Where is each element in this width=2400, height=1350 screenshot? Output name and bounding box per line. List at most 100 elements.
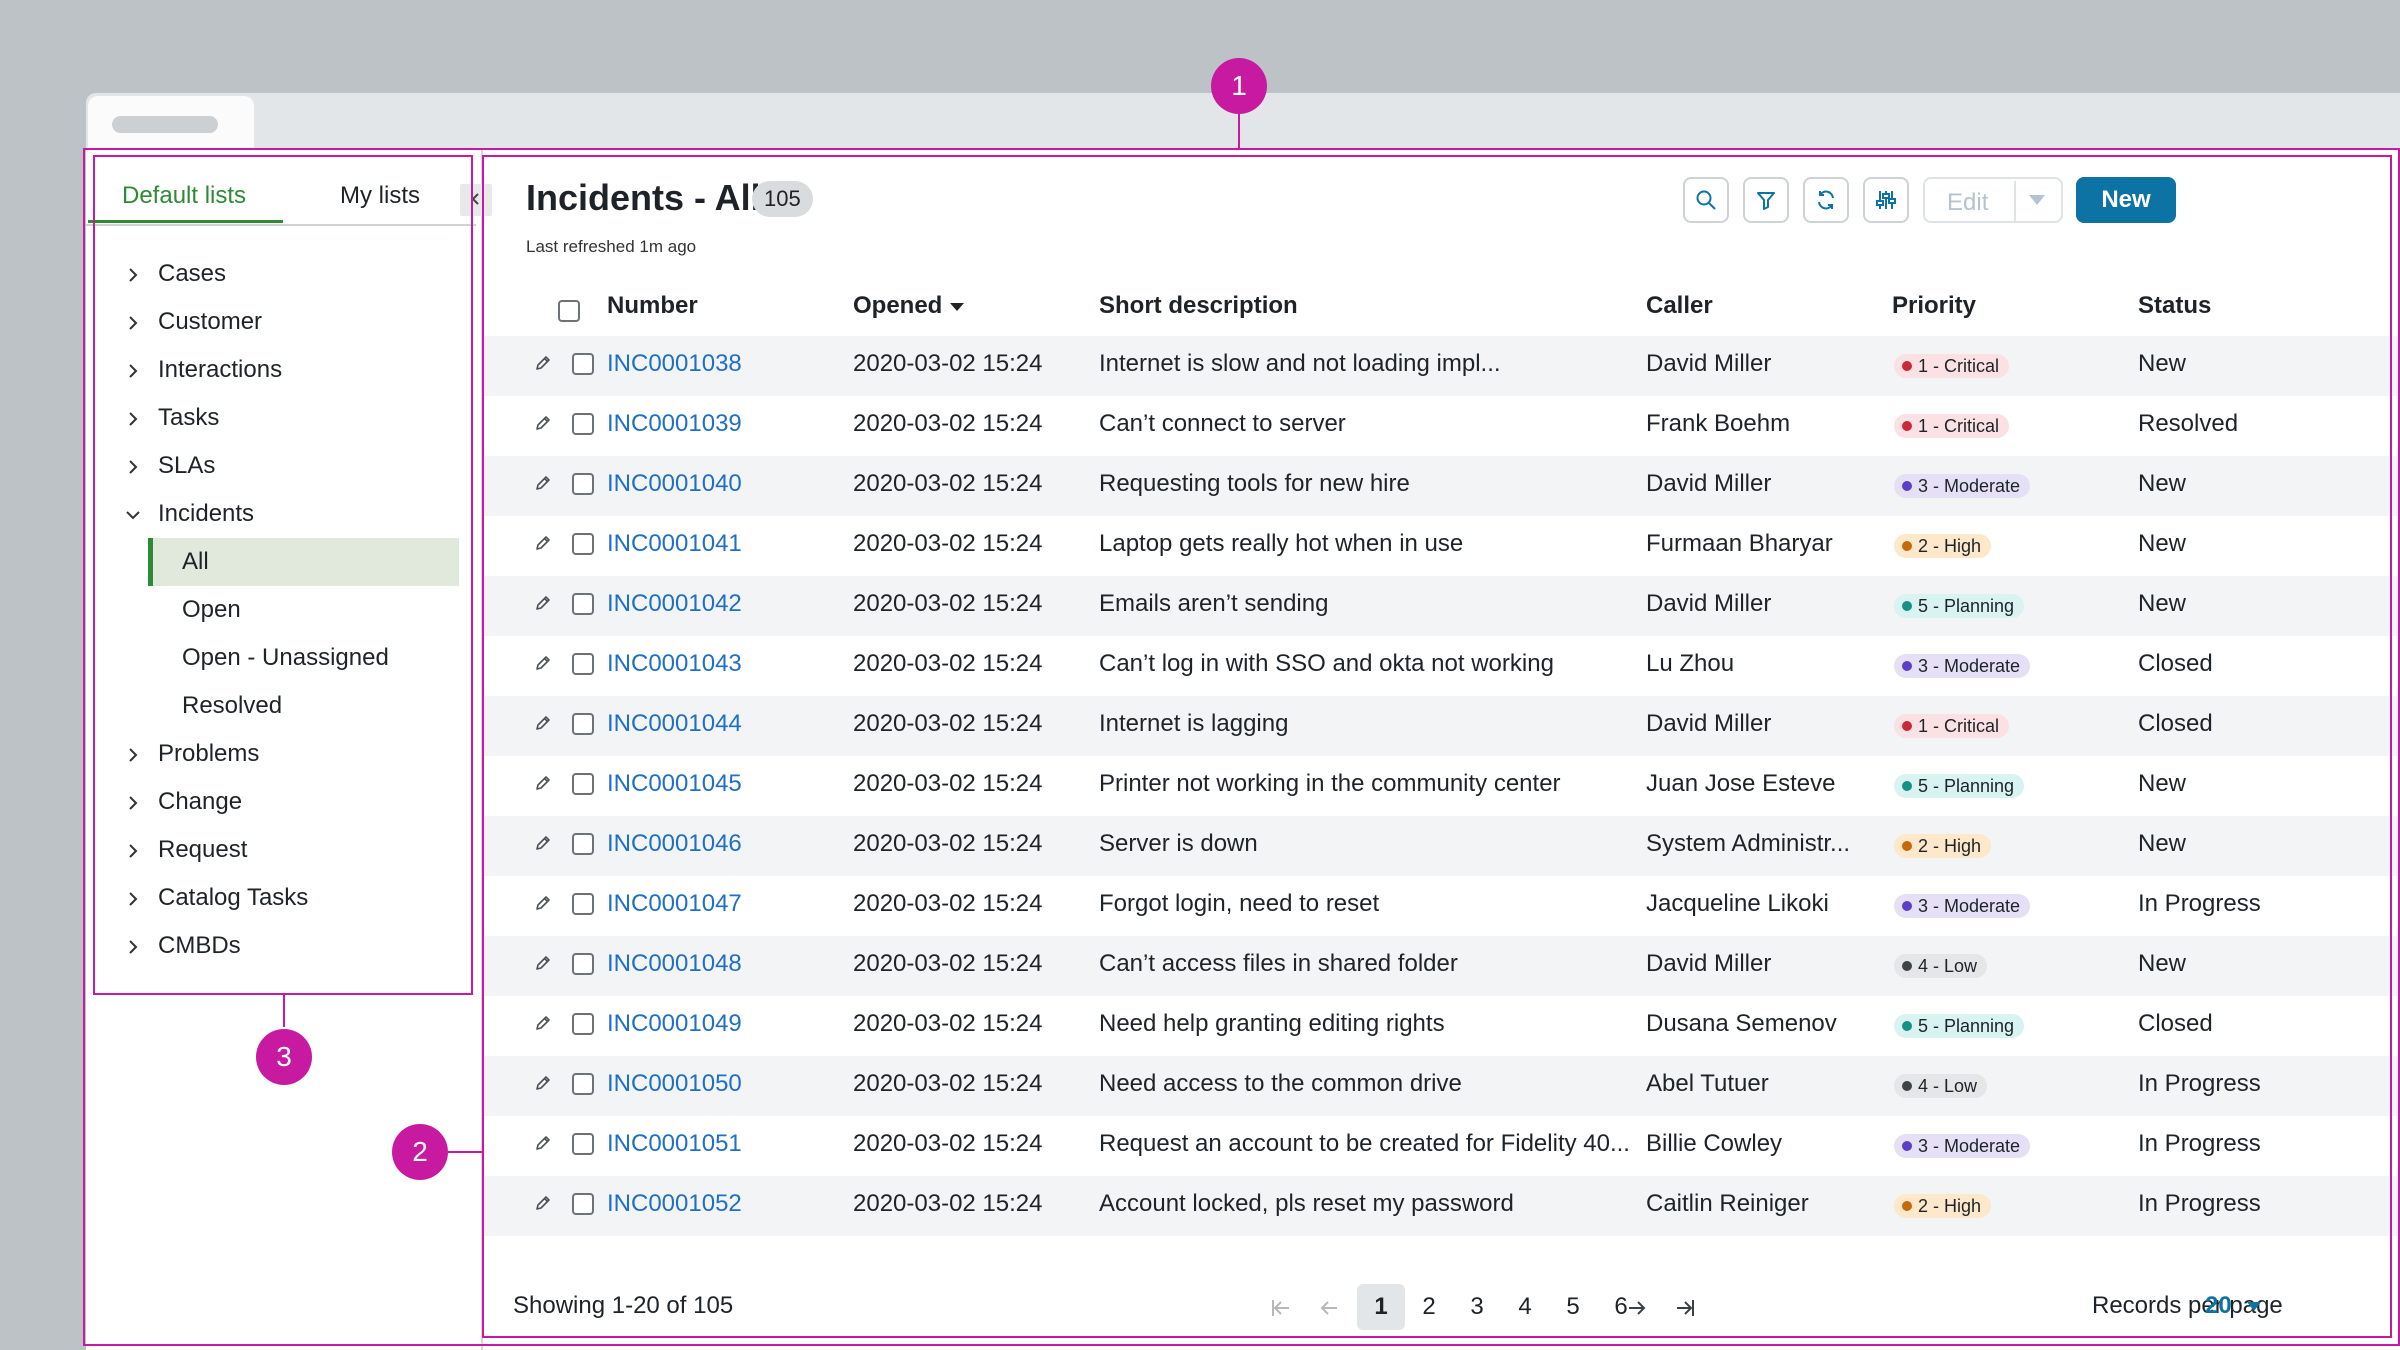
new-record-button[interactable]: New (2076, 177, 2176, 223)
edit-pencil-icon[interactable] (535, 655, 551, 676)
incident-number-link[interactable]: INC0001041 (607, 530, 742, 558)
sidebar-item-problems[interactable]: Problems (120, 730, 470, 778)
next-page-button[interactable] (1626, 1297, 1648, 1324)
column-header-number[interactable]: Number (607, 292, 698, 320)
edit-pencil-icon[interactable] (535, 775, 551, 796)
table-row[interactable]: INC0001047 2020-03-02 15:24 Forgot login, … (483, 876, 2400, 936)
row-checkbox[interactable] (572, 653, 594, 675)
sidebar-item-incidents[interactable]: Incidents (120, 490, 470, 538)
row-checkbox[interactable] (572, 533, 594, 555)
incident-number-link[interactable]: INC0001039 (607, 410, 742, 438)
previous-page-button[interactable] (1318, 1297, 1340, 1324)
edit-pencil-icon[interactable] (535, 955, 551, 976)
chevron-right-icon[interactable] (120, 250, 146, 298)
incident-number-link[interactable]: INC0001046 (607, 830, 742, 858)
chevron-right-icon[interactable] (120, 394, 146, 442)
table-row[interactable]: INC0001046 2020-03-02 15:24 Server is down… (483, 816, 2400, 876)
incident-number-link[interactable]: INC0001050 (607, 1070, 742, 1098)
page-button-2[interactable]: 2 (1405, 1284, 1453, 1330)
sidebar-item-request[interactable]: Request (120, 826, 470, 874)
edit-pencil-icon[interactable] (535, 535, 551, 556)
incident-number-link[interactable]: INC0001038 (607, 350, 742, 378)
row-checkbox[interactable] (572, 353, 594, 375)
caret-down-icon[interactable] (2029, 195, 2045, 205)
incident-number-link[interactable]: INC0001044 (607, 710, 742, 738)
list-settings-button[interactable] (1863, 177, 1909, 223)
chevron-right-icon[interactable] (120, 922, 146, 970)
first-page-button[interactable] (1270, 1297, 1292, 1324)
incident-number-link[interactable]: INC0001052 (607, 1190, 742, 1218)
page-button-5[interactable]: 5 (1549, 1284, 1597, 1330)
row-checkbox[interactable] (572, 593, 594, 615)
incident-number-link[interactable]: INC0001051 (607, 1130, 742, 1158)
last-page-button[interactable] (1674, 1297, 1696, 1324)
incident-number-link[interactable]: INC0001045 (607, 770, 742, 798)
select-all-checkbox[interactable] (558, 300, 580, 322)
row-checkbox[interactable] (572, 1193, 594, 1215)
column-header-status[interactable]: Status (2138, 292, 2211, 320)
edit-pencil-icon[interactable] (535, 595, 551, 616)
edit-pencil-icon[interactable] (535, 1135, 551, 1156)
table-row[interactable]: INC0001043 2020-03-02 15:24 Can’t log in w… (483, 636, 2400, 696)
table-row[interactable]: INC0001051 2020-03-02 15:24 Request an acc… (483, 1116, 2400, 1176)
sidebar-item-tasks[interactable]: Tasks (120, 394, 470, 442)
sidebar-subitem-resolved[interactable]: Resolved (148, 682, 454, 730)
refresh-button[interactable] (1803, 177, 1849, 223)
incident-number-link[interactable]: INC0001043 (607, 650, 742, 678)
row-checkbox[interactable] (572, 413, 594, 435)
table-row[interactable]: INC0001042 2020-03-02 15:24 Emails aren’t … (483, 576, 2400, 636)
edit-pencil-icon[interactable] (535, 1015, 551, 1036)
incident-number-link[interactable]: INC0001047 (607, 890, 742, 918)
incident-number-link[interactable]: INC0001042 (607, 590, 742, 618)
column-header-short-description[interactable]: Short description (1099, 292, 1298, 320)
edit-pencil-icon[interactable] (535, 475, 551, 496)
row-checkbox[interactable] (572, 473, 594, 495)
edit-split-button[interactable]: Edit (1923, 177, 2063, 223)
row-checkbox[interactable] (572, 773, 594, 795)
table-row[interactable]: INC0001052 2020-03-02 15:24 Account locked… (483, 1176, 2400, 1236)
caret-down-icon[interactable] (2247, 1302, 2261, 1311)
row-checkbox[interactable] (572, 713, 594, 735)
edit-pencil-icon[interactable] (535, 415, 551, 436)
table-row[interactable]: INC0001045 2020-03-02 15:24 Printer not wo… (483, 756, 2400, 816)
row-checkbox[interactable] (572, 833, 594, 855)
row-checkbox[interactable] (572, 1013, 594, 1035)
table-row[interactable]: INC0001044 2020-03-02 15:24 Internet is la… (483, 696, 2400, 756)
table-row[interactable]: INC0001038 2020-03-02 15:24 Internet is sl… (483, 336, 2400, 396)
sidebar-item-interactions[interactable]: Interactions (120, 346, 470, 394)
edit-pencil-icon[interactable] (535, 1075, 551, 1096)
edit-pencil-icon[interactable] (535, 1195, 551, 1216)
tab-default-lists[interactable]: Default lists (122, 182, 246, 210)
sidebar-item-customer[interactable]: Customer (120, 298, 470, 346)
row-checkbox[interactable] (572, 1133, 594, 1155)
edit-pencil-icon[interactable] (535, 355, 551, 376)
table-row[interactable]: INC0001048 2020-03-02 15:24 Can’t access f… (483, 936, 2400, 996)
chevron-right-icon[interactable] (120, 346, 146, 394)
row-checkbox[interactable] (572, 953, 594, 975)
table-row[interactable]: INC0001040 2020-03-02 15:24 Requesting too… (483, 456, 2400, 516)
edit-pencil-icon[interactable] (535, 895, 551, 916)
incident-number-link[interactable]: INC0001049 (607, 1010, 742, 1038)
page-button-3[interactable]: 3 (1453, 1284, 1501, 1330)
sidebar-item-change[interactable]: Change (120, 778, 470, 826)
filter-button[interactable] (1743, 177, 1789, 223)
browser-tab[interactable] (88, 96, 254, 150)
page-button-4[interactable]: 4 (1501, 1284, 1549, 1330)
sidebar-subitem-open[interactable]: Open (148, 586, 454, 634)
sidebar-item-catalog-tasks[interactable]: Catalog Tasks (120, 874, 470, 922)
sidebar-item-cmbds[interactable]: CMBDs (120, 922, 470, 970)
table-row[interactable]: INC0001039 2020-03-02 15:24 Can’t connect … (483, 396, 2400, 456)
chevron-right-icon[interactable] (120, 778, 146, 826)
chevron-down-icon[interactable] (120, 490, 146, 538)
search-button[interactable] (1683, 177, 1729, 223)
incident-number-link[interactable]: INC0001048 (607, 950, 742, 978)
edit-pencil-icon[interactable] (535, 715, 551, 736)
sidebar-item-slas[interactable]: SLAs (120, 442, 470, 490)
chevron-right-icon[interactable] (120, 298, 146, 346)
edit-pencil-icon[interactable] (535, 835, 551, 856)
table-row[interactable]: INC0001050 2020-03-02 15:24 Need access to… (483, 1056, 2400, 1116)
page-button-1[interactable]: 1 (1357, 1284, 1405, 1330)
sidebar-subitem-all[interactable]: All (148, 538, 459, 586)
column-header-priority[interactable]: Priority (1892, 292, 1976, 320)
chevron-right-icon[interactable] (120, 730, 146, 778)
